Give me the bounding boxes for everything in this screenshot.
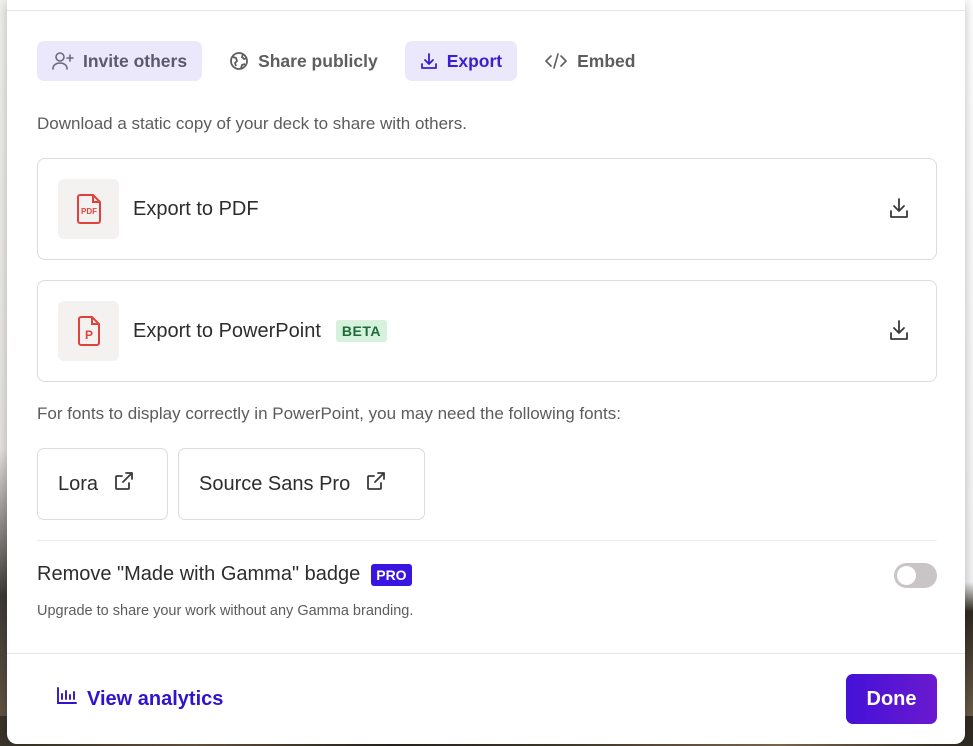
tab-export[interactable]: Export bbox=[404, 41, 518, 81]
tab-share-publicly[interactable]: Share publicly bbox=[214, 41, 393, 81]
background-right bbox=[965, 0, 973, 746]
remove-badge-label: Remove "Made with Gamma" badge bbox=[37, 563, 361, 585]
bar-chart-icon bbox=[56, 687, 77, 711]
user-plus-icon bbox=[52, 51, 74, 71]
globe-icon bbox=[229, 51, 249, 71]
powerpoint-file-icon: P bbox=[58, 301, 119, 361]
toggle-knob bbox=[897, 566, 916, 585]
font-link-lora[interactable]: Lora bbox=[37, 448, 168, 520]
tab-embed[interactable]: Embed bbox=[529, 41, 650, 81]
tab-label: Share publicly bbox=[258, 50, 378, 71]
export-powerpoint-card[interactable]: P Export to PowerPoint BETA bbox=[37, 280, 937, 382]
download-icon[interactable] bbox=[889, 197, 909, 224]
export-pdf-label: Export to PDF bbox=[133, 198, 259, 221]
export-powerpoint-label: Export to PowerPoint BETA bbox=[133, 320, 387, 343]
tab-invite-others[interactable]: Invite others bbox=[37, 41, 203, 81]
font-name: Source Sans Pro bbox=[199, 472, 351, 495]
pro-badge: PRO bbox=[371, 563, 412, 586]
download-icon[interactable] bbox=[889, 319, 909, 346]
top-divider bbox=[7, 10, 965, 11]
font-link-source-sans-pro[interactable]: Source Sans Pro bbox=[178, 448, 425, 520]
footer-divider bbox=[7, 653, 965, 654]
upgrade-note: Upgrade to share your work without any G… bbox=[37, 603, 414, 619]
beta-badge: BETA bbox=[335, 320, 387, 342]
remove-badge-toggle[interactable] bbox=[894, 563, 937, 588]
export-pdf-card[interactable]: PDF Export to PDF bbox=[37, 158, 937, 260]
done-button[interactable]: Done bbox=[846, 674, 937, 724]
font-name: Lora bbox=[58, 472, 99, 495]
share-modal: Invite others Share publicly Export Embe… bbox=[7, 0, 965, 744]
fonts-note: For fonts to display correctly in PowerP… bbox=[37, 404, 621, 423]
section-divider bbox=[37, 540, 937, 541]
tab-label: Embed bbox=[577, 50, 636, 71]
download-icon bbox=[420, 52, 438, 70]
svg-text:P: P bbox=[84, 328, 92, 342]
external-link-icon bbox=[114, 471, 134, 497]
external-link-icon bbox=[366, 471, 386, 497]
code-icon bbox=[544, 52, 568, 70]
tab-bar: Invite others Share publicly Export Embe… bbox=[37, 41, 650, 81]
remove-badge-row: Remove "Made with Gamma" badge PRO bbox=[37, 563, 412, 586]
view-analytics-link[interactable]: View analytics bbox=[56, 687, 223, 711]
pdf-file-icon: PDF bbox=[58, 179, 119, 239]
view-analytics-label: View analytics bbox=[87, 687, 224, 710]
svg-text:PDF: PDF bbox=[81, 207, 97, 216]
export-pdf-text: Export to PDF bbox=[133, 197, 259, 220]
export-description: Download a static copy of your deck to s… bbox=[37, 114, 467, 133]
tab-label: Export bbox=[446, 50, 503, 71]
tab-label: Invite others bbox=[83, 50, 188, 71]
export-powerpoint-text: Export to PowerPoint bbox=[133, 319, 321, 342]
